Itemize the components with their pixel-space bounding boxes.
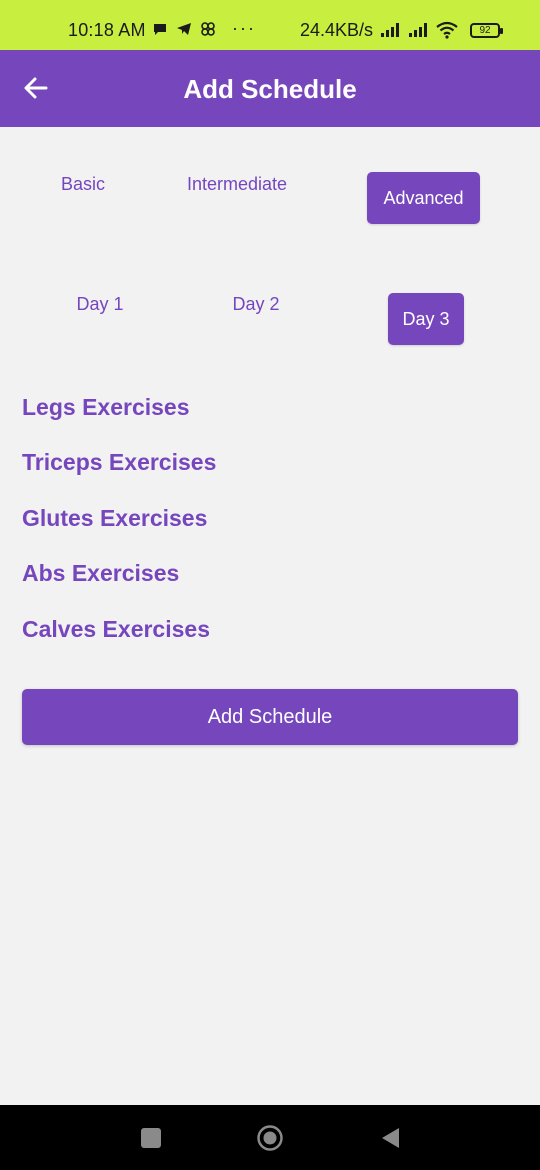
system-nav-bar	[0, 1105, 540, 1170]
pinwheel-icon	[201, 22, 215, 36]
page-title: Add Schedule	[183, 74, 357, 104]
notification-icons	[152, 21, 216, 37]
signal-icon	[381, 23, 399, 37]
status-bar: 10:18 AM ··· 24.4KB/s 92	[0, 0, 540, 50]
recents-icon[interactable]	[138, 1125, 164, 1151]
wifi-icon	[436, 21, 458, 39]
exercise-triceps[interactable]: Triceps Exercises	[22, 449, 216, 476]
home-icon[interactable]	[256, 1124, 284, 1152]
tab-intermediate[interactable]: Intermediate	[170, 174, 304, 200]
exercise-abs[interactable]: Abs Exercises	[22, 560, 179, 587]
more-notifications-icon: ···	[232, 18, 256, 38]
signal-icon	[409, 23, 427, 37]
tab-day-1[interactable]: Day 1	[62, 294, 138, 320]
system-icons	[380, 21, 458, 39]
app-bar: Add Schedule	[0, 50, 540, 127]
telegram-icon	[177, 23, 191, 35]
tab-basic[interactable]: Basic	[38, 174, 128, 200]
tab-day-2[interactable]: Day 2	[218, 294, 294, 320]
battery-icon: 92	[470, 23, 503, 38]
add-schedule-button[interactable]: Add Schedule	[22, 689, 518, 745]
chat-bubble-icon	[154, 24, 166, 35]
exercise-calves[interactable]: Calves Exercises	[22, 616, 210, 643]
exercise-legs[interactable]: Legs Exercises	[22, 394, 190, 421]
tab-advanced[interactable]: Advanced	[367, 172, 480, 224]
exercise-glutes[interactable]: Glutes Exercises	[22, 505, 207, 532]
network-speed: 24.4KB/s	[300, 20, 374, 40]
tab-day-3[interactable]: Day 3	[388, 293, 464, 345]
back-nav-icon[interactable]	[378, 1125, 404, 1151]
status-time: 10:18 AM	[68, 20, 146, 40]
